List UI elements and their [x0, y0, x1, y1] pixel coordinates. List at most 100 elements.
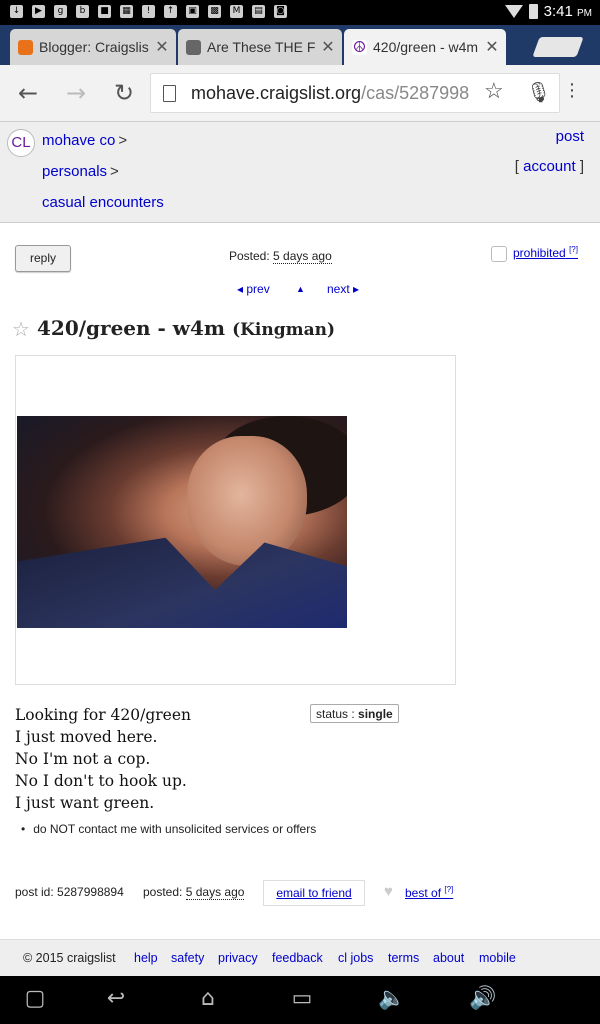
copyright: © 2015 craigslist	[23, 951, 116, 965]
url-path: /cas/5287998	[361, 83, 470, 103]
home-icon[interactable]: ⌂	[188, 986, 228, 1012]
tab-strip: Blogger: Craigslis ✕ Are These THE F ✕ ☮…	[0, 25, 600, 65]
breadcrumb-category[interactable]: personals >	[42, 163, 119, 180]
contact-notice: do NOT contact me with unsolicited servi…	[21, 822, 316, 836]
prohibited-flag[interactable]: prohibited [?]	[513, 245, 578, 260]
camera-icon: ◙	[274, 5, 287, 18]
photo-hoodie-shape	[17, 537, 347, 628]
breadcrumb-separator: >	[110, 163, 119, 180]
battery-icon	[528, 4, 538, 19]
posting-location: (Kingman)	[232, 320, 335, 340]
briefcase-icon: ▤	[252, 5, 265, 18]
recent-apps-icon[interactable]: ▭	[284, 986, 320, 1012]
forward-arrow-icon[interactable]: →	[62, 79, 90, 107]
bracket-close: ]	[579, 158, 584, 175]
email-to-friend-button[interactable]: email to friend	[263, 880, 365, 906]
download-icon: ↓	[10, 5, 23, 18]
upload-icon: ↑	[164, 5, 177, 18]
posted-footer: posted: 5 days ago	[143, 885, 245, 900]
body-line: I just want green.	[15, 794, 155, 812]
peace-favicon-icon: ☮	[352, 38, 367, 56]
bookmark-star-icon[interactable]: ☆	[484, 78, 504, 104]
favorite-star-icon[interactable]: ☆	[12, 317, 30, 342]
close-icon[interactable]: ✕	[482, 37, 502, 57]
post-id: post id: 5287998894	[15, 885, 124, 899]
youtube-icon: ▶	[32, 5, 45, 18]
posting-title-text: 420/green - w4m	[37, 316, 226, 340]
overflow-menu-icon[interactable]: · · ·	[565, 74, 579, 106]
prohibited-label[interactable]: prohibited	[513, 246, 566, 260]
new-tab-button[interactable]	[532, 37, 584, 57]
footer-link-privacy[interactable]: privacy	[218, 951, 258, 965]
volume-up-icon[interactable]: 🔊	[466, 986, 500, 1012]
breadcrumb-area[interactable]: mohave co >	[42, 132, 127, 149]
volume-down-icon[interactable]: 🔈	[376, 986, 408, 1012]
image-notification-icon: ▦	[120, 5, 133, 18]
photo-face-shape	[187, 436, 307, 566]
blogger-favicon-icon	[18, 39, 33, 55]
body-line: No I'm not a cop.	[15, 750, 151, 768]
prev-link[interactable]: ◂ prev	[237, 282, 270, 296]
microphone-icon[interactable]: 🎙	[526, 80, 551, 105]
omnibox[interactable]: mohave.craigslist.org/cas/5287998 ☆ 🎙	[150, 73, 560, 113]
status-attribute: status : single	[310, 704, 399, 723]
craigslist-logo[interactable]: CL	[7, 129, 35, 157]
footer-link-safety[interactable]: safety	[171, 951, 204, 965]
reply-button[interactable]: reply	[15, 245, 71, 272]
footer-link-terms[interactable]: terms	[388, 951, 419, 965]
url-text[interactable]: mohave.craigslist.org/cas/5287998	[191, 83, 481, 104]
gmail-icon: M	[230, 5, 243, 18]
bracket-open: [	[514, 158, 519, 175]
footer-link-feedback[interactable]: feedback	[272, 951, 323, 965]
next-link[interactable]: next ▸	[327, 282, 359, 296]
heart-icon[interactable]: ♥	[384, 883, 393, 900]
footer-link-about[interactable]: about	[433, 951, 464, 965]
notification-icons: ↓ ▶ g b ■ ▦ ! ↑ ▣ ▩ M ▤ ◙	[10, 5, 287, 18]
close-icon[interactable]: ✕	[152, 37, 172, 57]
screenshot-icon[interactable]: ▢	[20, 986, 50, 1012]
footer-link-cl-jobs[interactable]: cl jobs	[338, 951, 373, 965]
footer-link-mobile[interactable]: mobile	[479, 951, 516, 965]
breadcrumb-link[interactable]: personals	[42, 163, 107, 180]
page-favicon-icon	[186, 39, 201, 55]
breadcrumb-subcategory[interactable]: casual encounters	[42, 194, 164, 211]
reload-icon[interactable]: ↻	[110, 79, 138, 107]
prohibited-checkbox[interactable]	[491, 246, 507, 262]
post-link[interactable]: post	[556, 128, 584, 145]
craigslist-header: CL mohave co > personals > casual encounte…	[0, 122, 600, 223]
tab-blogger[interactable]: Blogger: Craigslis ✕	[10, 29, 176, 65]
posting-body: Looking for 420/green I just moved here.…	[15, 704, 191, 814]
breadcrumb-separator: >	[118, 132, 128, 149]
blogger-icon: b	[76, 5, 89, 18]
gallery-icon: ▣	[186, 5, 199, 18]
page-footer: © 2015 craigslist help safety privacy fe…	[0, 939, 600, 977]
back-icon[interactable]: ↩	[98, 986, 134, 1012]
posting-photo[interactable]	[17, 416, 347, 628]
clock-ampm: PM	[577, 8, 592, 19]
up-link[interactable]: ▲	[296, 284, 305, 294]
status-label: status :	[316, 707, 355, 721]
image-gallery	[15, 355, 456, 685]
best-of-link[interactable]: best of [?]	[405, 885, 453, 900]
app-notification-icon: ■	[98, 5, 111, 18]
wifi-icon	[504, 5, 523, 18]
browser-toolbar: ← → ↻ mohave.craigslist.org/cas/5287998 …	[0, 65, 600, 122]
tab-420-green[interactable]: ☮ 420/green - w4m ✕	[344, 29, 506, 65]
body-line: No I don't to hook up.	[15, 772, 187, 790]
breadcrumb-link[interactable]: casual encounters	[42, 194, 164, 211]
account-link[interactable]: account	[523, 158, 576, 175]
tab-are-these[interactable]: Are These THE F ✕	[178, 29, 342, 65]
tab-label: Blogger: Craigslis	[39, 39, 149, 55]
system-status: 3:41 PM	[504, 3, 592, 20]
help-mark[interactable]: [?]	[444, 885, 453, 894]
back-arrow-icon[interactable]: ←	[14, 79, 42, 107]
tab-label: Are These THE F	[207, 39, 316, 55]
help-mark[interactable]: [?]	[569, 245, 578, 254]
tab-label: 420/green - w4m	[373, 39, 479, 55]
posted-label: Posted:	[229, 249, 270, 263]
footer-link-help[interactable]: help	[134, 951, 158, 965]
android-nav-bar: ▢ ↩ ⌂ ▭ 🔈 🔊	[0, 976, 600, 1024]
breadcrumb-link[interactable]: mohave co	[42, 132, 115, 149]
close-icon[interactable]: ✕	[318, 37, 338, 57]
best-of-label[interactable]: best of	[405, 886, 441, 900]
